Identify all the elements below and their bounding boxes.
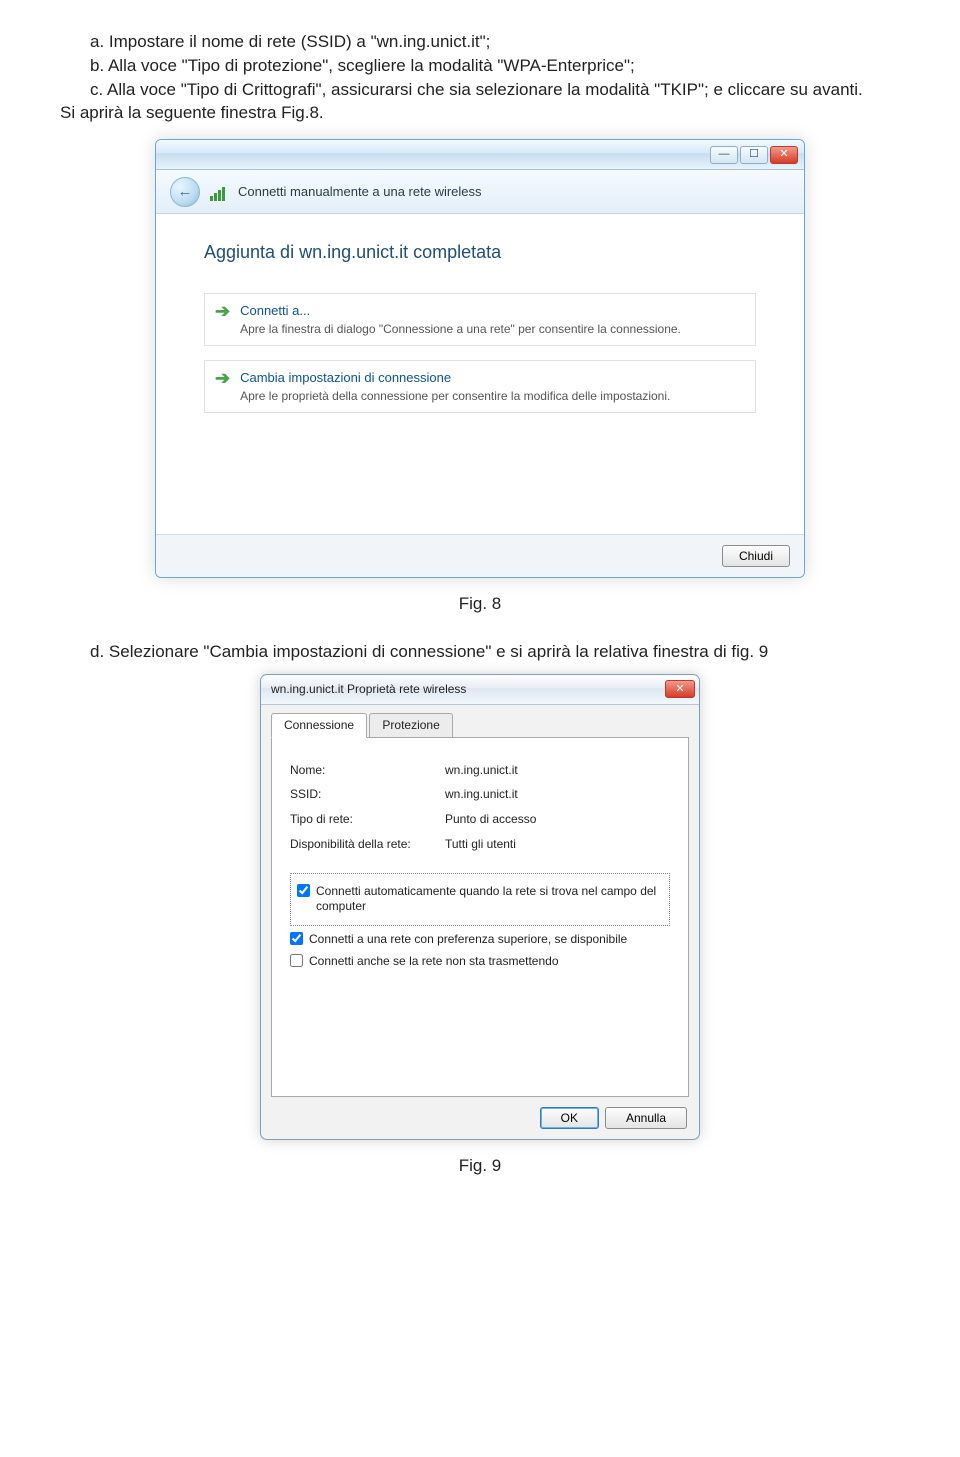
instruction-line-b: b. Alla voce "Tipo di protezione", scegl…	[60, 54, 900, 78]
chk-label: Connetti anche se la rete non sta trasme…	[309, 954, 559, 970]
chk-label: Connetti automaticamente quando la rete …	[316, 884, 663, 915]
maximize-button[interactable]: ☐	[740, 146, 768, 164]
chk-auto-connect[interactable]: Connetti automaticamente quando la rete …	[297, 884, 663, 915]
fig9-sheet: Nome:wn.ing.unict.it SSID:wn.ing.unict.i…	[271, 737, 689, 1097]
prop-avail-value: Tutti gli utenti	[445, 832, 536, 857]
fig9-caption: Fig. 9	[60, 1154, 900, 1178]
arrow-icon: ➔	[215, 369, 230, 404]
fig8-titlebar: — ☐ ✕	[156, 140, 804, 170]
prop-ssid-value: wn.ing.unict.it	[445, 782, 536, 807]
fig9-tabstrip: Connessione Protezione	[261, 705, 699, 738]
fig8-caption: Fig. 8	[60, 592, 900, 616]
fig8-link-change-settings[interactable]: ➔ Cambia impostazioni di connessione Apr…	[204, 360, 756, 413]
minimize-button[interactable]: —	[710, 146, 738, 164]
checkbox-icon[interactable]	[290, 954, 303, 967]
instruction-line-c: c. Alla voce "Tipo di Crittografi", assi…	[60, 78, 900, 102]
back-icon[interactable]: ←	[170, 177, 200, 207]
instruction-line-a: a. Impostare il nome di rete (SSID) a "w…	[60, 30, 900, 54]
prop-type-value: Punto di accesso	[445, 807, 536, 832]
fig8-link-connect[interactable]: ➔ Connetti a... Apre la finestra di dial…	[204, 293, 756, 346]
fig9-title-text: wn.ing.unict.it Proprietà rete wireless	[271, 681, 466, 698]
close-button[interactable]: ✕	[770, 146, 798, 164]
arrow-icon: ➔	[215, 302, 230, 337]
prop-type-label: Tipo di rete:	[290, 807, 445, 832]
instruction-line-d: d. Selezionare "Cambia impostazioni di c…	[60, 640, 900, 664]
tab-protection[interactable]: Protezione	[369, 713, 452, 738]
fig9-window: wn.ing.unict.it Proprietà rete wireless …	[260, 674, 700, 1140]
checkbox-group: Connetti automaticamente quando la rete …	[290, 873, 670, 926]
close-button[interactable]: Chiudi	[722, 545, 790, 567]
chk-prefer-higher[interactable]: Connetti a una rete con preferenza super…	[290, 932, 670, 948]
chk-label: Connetti a una rete con preferenza super…	[309, 932, 627, 948]
ok-button[interactable]: OK	[540, 1107, 599, 1129]
prop-name-value: wn.ing.unict.it	[445, 758, 536, 783]
prop-ssid-label: SSID:	[290, 782, 445, 807]
instruction-line-after-c: Si aprirà la seguente finestra Fig.8.	[60, 101, 900, 125]
cancel-button[interactable]: Annulla	[605, 1107, 687, 1129]
fig9-footer: OK Annulla	[261, 1097, 699, 1139]
chk-connect-nonbroadcast[interactable]: Connetti anche se la rete non sta trasme…	[290, 954, 670, 970]
wireless-signal-icon	[210, 183, 228, 201]
link-subtitle: Apre la finestra di dialogo "Connessione…	[240, 321, 681, 338]
link-title: Cambia impostazioni di connessione	[240, 369, 670, 387]
link-subtitle: Apre le proprietà della connessione per …	[240, 388, 670, 405]
fig8-toolbar-text: Connetti manualmente a una rete wireless	[238, 183, 482, 201]
fig8-body: Aggiunta di wn.ing.unict.it completata ➔…	[156, 214, 804, 534]
fig8-window: — ☐ ✕ ← Connetti manualmente a una rete …	[155, 139, 805, 578]
properties-table: Nome:wn.ing.unict.it SSID:wn.ing.unict.i…	[290, 758, 536, 857]
fig8-footer: Chiudi	[156, 534, 804, 577]
tab-connection[interactable]: Connessione	[271, 713, 367, 738]
prop-name-label: Nome:	[290, 758, 445, 783]
checkbox-icon[interactable]	[290, 932, 303, 945]
checkbox-icon[interactable]	[297, 884, 310, 897]
prop-avail-label: Disponibilità della rete:	[290, 832, 445, 857]
close-button[interactable]: ✕	[665, 680, 695, 698]
fig8-heading: Aggiunta di wn.ing.unict.it completata	[204, 240, 756, 265]
fig8-toolbar: ← Connetti manualmente a una rete wirele…	[156, 170, 804, 214]
link-title: Connetti a...	[240, 302, 681, 320]
fig9-titlebar: wn.ing.unict.it Proprietà rete wireless …	[261, 675, 699, 705]
